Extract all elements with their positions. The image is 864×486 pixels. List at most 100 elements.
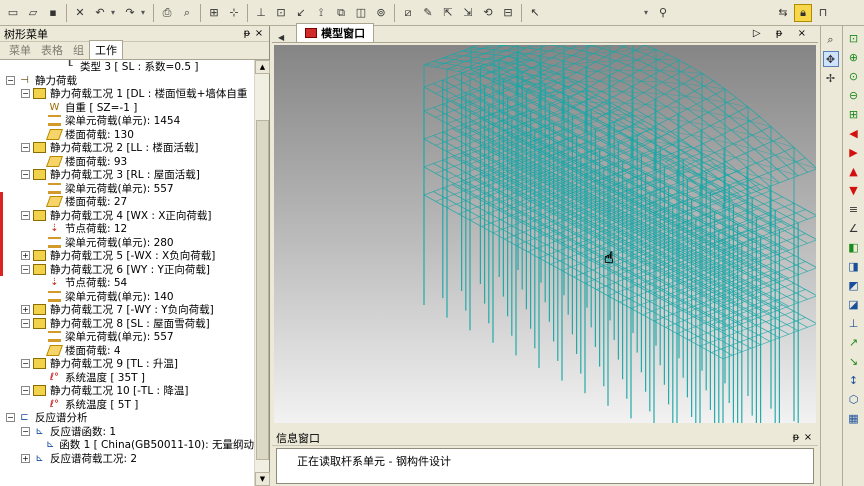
select-icon[interactable]: ✎: [419, 4, 437, 22]
undo-dropdown-icon[interactable]: ▾: [111, 8, 119, 17]
axis-x-icon[interactable]: ↗: [846, 334, 862, 350]
tree-item[interactable]: − 静力荷载工况 2 [LL : 楼面活载]: [0, 141, 254, 155]
result-icon[interactable]: ⧉: [332, 4, 350, 22]
collapse-icon[interactable]: −: [21, 426, 30, 436]
design-icon[interactable]: ⊚: [372, 4, 390, 22]
print-icon[interactable]: ⎙: [158, 4, 176, 22]
move-icon[interactable]: ✥: [822, 51, 839, 67]
print-preview-icon[interactable]: ⌕: [178, 4, 196, 22]
rotate3d-icon[interactable]: ✢: [823, 70, 839, 86]
zoom-all-icon[interactable]: ⊞: [846, 106, 862, 122]
redo-icon[interactable]: ↷: [121, 4, 139, 22]
arrow-right-icon[interactable]: ▶: [846, 144, 862, 160]
tab-prev-icon[interactable]: ◀: [278, 33, 284, 42]
lock-icon[interactable]: 🔒︎: [794, 3, 812, 22]
axis-icon[interactable]: ⊥: [846, 315, 862, 331]
check-icon[interactable]: ◫: [352, 4, 370, 22]
rotate-icon[interactable]: ⇲: [459, 4, 477, 22]
tree-item[interactable]: − 静力荷载工况 9 [TL : 升温]: [0, 357, 254, 371]
zoom-in-icon[interactable]: ⊕: [846, 49, 862, 65]
tree-view[interactable]: ┖ 类型 3 [ SL : 系数=0.5 ] − ⊣ 静力荷载 − 静力荷载工况 1 [DL…: [0, 60, 254, 486]
arrow-up-icon[interactable]: ▲: [846, 163, 862, 179]
tree-item[interactable]: 梁单元荷载(单元): 1454: [0, 114, 254, 128]
expand-icon[interactable]: +: [21, 251, 30, 261]
tree-item[interactable]: − ⊏ 反应谱分析: [0, 411, 254, 425]
tree-item[interactable]: ┖ 类型 3 [ SL : 系数=0.5 ]: [0, 60, 254, 74]
collapse-icon[interactable]: −: [21, 318, 30, 328]
scroll-up-button[interactable]: ▲: [255, 60, 270, 74]
tree-item[interactable]: − 静力荷载工况 3 [RL : 屋面活载]: [0, 168, 254, 182]
open-icon[interactable]: ▱: [24, 4, 42, 22]
tree-item[interactable]: 楼面荷载: 130: [0, 128, 254, 142]
ruler-icon[interactable]: ≡: [846, 201, 862, 217]
scroll-down-button[interactable]: ▼: [255, 472, 270, 486]
tree-item[interactable]: 梁单元荷载(单元): 557: [0, 330, 254, 344]
axis-y-icon[interactable]: ↘: [846, 353, 862, 369]
tree-item[interactable]: 楼面荷载: 4: [0, 344, 254, 358]
tree-item[interactable]: − ⊣ 静力荷载: [0, 74, 254, 88]
model-icon[interactable]: ⊞: [205, 4, 223, 22]
new-icon[interactable]: ▭: [4, 4, 22, 22]
save-icon[interactable]: ▪: [44, 4, 62, 22]
mesh-icon[interactable]: ⊟: [499, 4, 517, 22]
tree-item[interactable]: − ⊾ 反应谱函数: 1: [0, 425, 254, 439]
tree-item[interactable]: W 自重 [ SZ=-1 ]: [0, 101, 254, 115]
tab-3[interactable]: 组: [68, 41, 89, 59]
angle-icon[interactable]: ∠: [846, 220, 862, 236]
tree-scrollbar[interactable]: ▲ ▼: [254, 60, 270, 486]
tab-2[interactable]: 表格: [36, 41, 68, 59]
tree-item[interactable]: − 静力荷载工况 8 [SL : 屋面雪荷载]: [0, 317, 254, 331]
tree-item[interactable]: + 静力荷载工况 5 [-WX : X负向荷载]: [0, 249, 254, 263]
tree-item[interactable]: ℓ° 系统温度 [ 5T ]: [0, 398, 254, 412]
zoom-out-icon[interactable]: ⊖: [846, 87, 862, 103]
support-icon[interactable]: ⊥: [252, 4, 270, 22]
load-icon[interactable]: ↙: [292, 4, 310, 22]
node-icon[interactable]: ⊹: [225, 4, 243, 22]
anchor-icon[interactable]: ⚲: [654, 4, 672, 22]
tree-item[interactable]: 梁单元荷载(单元): 557: [0, 182, 254, 196]
cube-side-icon[interactable]: ◩: [846, 277, 862, 293]
cursor-icon[interactable]: ⧄: [399, 4, 417, 22]
tree-item[interactable]: ⊾ 函数 1 [ China(GB50011-10): 无量纲动: [0, 438, 254, 452]
tree-item[interactable]: ⇣ 节点荷载: 54: [0, 276, 254, 290]
close-icon[interactable]: ×: [802, 432, 814, 443]
tab-4[interactable]: 工作: [89, 40, 123, 59]
redo-dropdown-icon[interactable]: ▾: [141, 8, 149, 17]
display-icon[interactable]: ⇆: [774, 4, 792, 22]
cursor-arrow-icon[interactable]: ↖: [526, 4, 544, 22]
model-window-controls[interactable]: ▷ ᵽ ×: [753, 28, 812, 39]
expand-icon[interactable]: +: [21, 453, 30, 463]
collapse-icon[interactable]: −: [21, 359, 30, 369]
tab-1[interactable]: 菜单: [4, 41, 36, 59]
arrow-left-icon[interactable]: ◀: [846, 125, 862, 141]
tree-item[interactable]: 楼面荷载: 27: [0, 195, 254, 209]
zoom-icon[interactable]: ⌕: [823, 32, 839, 48]
arrow-down-icon[interactable]: ▼: [846, 182, 862, 198]
scroll-thumb[interactable]: [256, 120, 269, 460]
model-viewport[interactable]: ☝: [274, 45, 816, 423]
collapse-icon[interactable]: −: [21, 264, 30, 274]
collapse-icon[interactable]: −: [21, 386, 30, 396]
tree-item[interactable]: 梁单元荷载(单元): 140: [0, 290, 254, 304]
axis-z-icon[interactable]: ↕: [846, 372, 862, 388]
tree-item[interactable]: ⇣ 节点荷载: 12: [0, 222, 254, 236]
zoom-fit-icon[interactable]: ⊙: [846, 68, 862, 84]
pan-icon[interactable]: ⇱: [439, 4, 457, 22]
view-iso-icon[interactable]: ⬡: [846, 391, 862, 407]
tree-item[interactable]: 梁单元荷载(单元): 280: [0, 236, 254, 250]
expand-icon[interactable]: +: [21, 305, 30, 315]
tree-item[interactable]: 楼面荷载: 93: [0, 155, 254, 169]
tree-item[interactable]: ℓ° 系统温度 [ 35T ]: [0, 371, 254, 385]
unlock-icon[interactable]: ⊓: [814, 4, 832, 22]
pin-icon[interactable]: ᵽ: [790, 432, 802, 443]
collapse-icon[interactable]: −: [21, 170, 30, 180]
tree-item[interactable]: − 静力荷载工况 1 [DL : 楼面恒载+墙体自重: [0, 87, 254, 101]
close-icon[interactable]: ×: [253, 28, 265, 39]
tree-item[interactable]: − 静力荷载工况 10 [-TL : 降温]: [0, 384, 254, 398]
cube-iso-icon[interactable]: ◪: [846, 296, 862, 312]
snap-icon[interactable]: ⟲: [479, 4, 497, 22]
collapse-icon[interactable]: −: [21, 143, 30, 153]
tab-model-window[interactable]: 模型窗口: [296, 23, 375, 42]
tree-item[interactable]: − 静力荷载工况 6 [WY : Y正向荷载]: [0, 263, 254, 277]
cut-icon[interactable]: ✕: [71, 4, 89, 22]
